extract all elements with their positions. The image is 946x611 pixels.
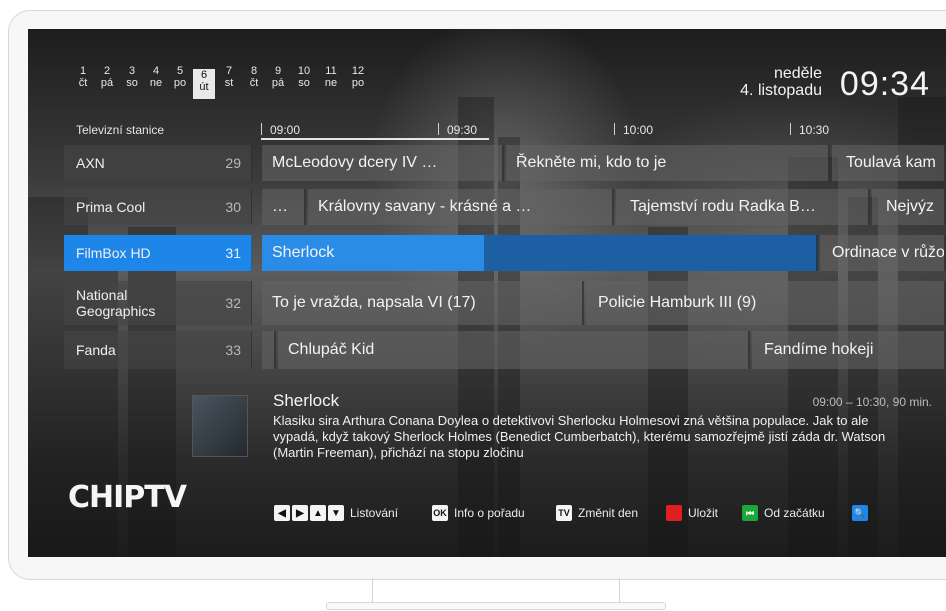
- time-tick: [614, 123, 615, 135]
- program-block[interactable]: Řekněte mi, kdo to je: [506, 145, 830, 181]
- channel-row[interactable]: Prima Cool 30 … Královny savany - krásné…: [64, 189, 946, 225]
- day-item[interactable]: 10 so: [293, 65, 315, 89]
- current-weekday: neděle: [773, 65, 822, 82]
- green-key-icon: ⏮: [742, 505, 758, 521]
- channel-cell[interactable]: FilmBox HD 31: [64, 235, 252, 271]
- channel-row[interactable]: National Geographics 32 To je vražda, na…: [64, 281, 946, 325]
- program-block[interactable]: Chlupáč Kid: [278, 331, 750, 369]
- current-time-bar: [261, 138, 489, 140]
- time-tick: [790, 123, 791, 135]
- day-item[interactable]: 1 čt: [72, 65, 94, 89]
- time-label: 09:00: [270, 123, 301, 137]
- arrow-keys-icon: ◀ ▶ ▲ ▼: [274, 505, 344, 521]
- legend-info: OK Info o pořadu: [432, 505, 525, 521]
- day-item[interactable]: 2 pá: [96, 65, 118, 89]
- program-progress-remaining: [484, 235, 818, 271]
- channel-name: Prima Cool: [76, 199, 146, 215]
- program-block[interactable]: Tajemství rodu Radka B…: [616, 189, 870, 225]
- day-item-selected[interactable]: 6 út: [193, 69, 215, 99]
- program-block-selected[interactable]: Sherlock: [262, 235, 484, 271]
- program-title: Sherlock: [273, 391, 340, 410]
- program-block[interactable]: Policie Hamburk III (9): [586, 281, 946, 325]
- epg-screen: 1 čt 2 pá 3 so 4 ne 5 po 6 út 7st 8 čt 9 pá 10 so…: [28, 29, 946, 557]
- search-icon: 🔍: [852, 505, 868, 521]
- legend-browse: ◀ ▶ ▲ ▼ Listování: [274, 505, 398, 521]
- day-item[interactable]: 12 po: [347, 65, 369, 89]
- time-tick: [261, 123, 262, 135]
- day-item[interactable]: 8 čt: [243, 65, 265, 89]
- current-date: neděle 4. listopadu: [740, 65, 822, 99]
- tv-stand: [326, 578, 666, 610]
- channel-cell[interactable]: Prima Cool 30: [64, 189, 252, 225]
- legend-label: Od začátku: [764, 506, 825, 520]
- time-tick: [438, 123, 439, 135]
- program-thumbnail: [192, 395, 248, 457]
- channel-number: 33: [225, 342, 241, 358]
- ok-key-icon: OK: [432, 505, 448, 521]
- channel-row[interactable]: AXN 29 McLeodovy dcery IV … Řekněte mi, …: [64, 145, 946, 181]
- legend-label: Info o pořadu: [454, 506, 525, 520]
- channel-number: 30: [225, 199, 241, 215]
- channel-cell[interactable]: AXN 29: [64, 145, 252, 181]
- tv-key-icon: TV: [556, 505, 572, 521]
- arrow-down-icon: ▼: [328, 505, 344, 521]
- arrow-right-icon: ▶: [292, 505, 308, 521]
- day-item[interactable]: 5 po: [169, 65, 191, 89]
- time-label: 10:30: [799, 123, 830, 137]
- legend-from-start: ⏮ Od začátku: [742, 505, 825, 521]
- current-time: 09:34: [839, 65, 930, 103]
- day-item[interactable]: 3 so: [121, 65, 143, 89]
- channel-number: 29: [225, 155, 241, 171]
- tv-stand-neck: [372, 578, 620, 602]
- program-block[interactable]: Fandíme hokeji: [752, 331, 946, 369]
- arrow-up-icon: ▲: [310, 505, 326, 521]
- channel-number: 31: [225, 245, 241, 261]
- program-time: 09:00 – 10:30, 90 min.: [812, 395, 932, 409]
- program-block[interactable]: To je vražda, napsala VI (17): [262, 281, 584, 325]
- program-block[interactable]: Královny savany - krásné a …: [308, 189, 614, 225]
- tv-stand-base: [326, 602, 666, 610]
- program-description: Klasiku sira Arthura Conana Doylea o det…: [273, 413, 886, 460]
- day-item[interactable]: 4 ne: [145, 65, 167, 89]
- channel-name: FilmBox HD: [76, 245, 151, 261]
- channel-row[interactable]: Fanda 33 Chlupáč Kid Fandíme hokeji: [64, 331, 946, 369]
- day-item[interactable]: 11 ne: [320, 65, 342, 89]
- channel-cell[interactable]: Fanda 33: [64, 331, 252, 369]
- program-block[interactable]: [262, 331, 276, 369]
- legend-label: Změnit den: [578, 506, 639, 520]
- channel-name: Fanda: [76, 342, 116, 358]
- legend-label: Uložit: [688, 506, 719, 520]
- program-block[interactable]: Toulavá kam: [832, 145, 946, 181]
- program-block[interactable]: Nejvýz: [872, 189, 946, 225]
- channel-row-selected[interactable]: FilmBox HD 31 Sherlock Ordinace v růžov: [64, 235, 946, 271]
- legend-change-day: TV Změnit den: [556, 505, 638, 521]
- legend-label: Listování: [350, 506, 399, 520]
- program-block[interactable]: Ordinace v růžov: [820, 235, 946, 271]
- arrow-left-icon: ◀: [274, 505, 290, 521]
- logo-text: CHIPTV: [68, 480, 187, 515]
- time-label: 10:00: [623, 123, 654, 137]
- chiptv-logo: CHIPTV: [68, 480, 187, 515]
- channel-cell[interactable]: National Geographics 32: [64, 281, 252, 325]
- current-day-month: 4. listopadu: [740, 82, 822, 99]
- channel-name: National Geographics: [76, 287, 156, 319]
- red-key-icon: [666, 505, 682, 521]
- channel-name: AXN: [76, 155, 105, 171]
- program-block[interactable]: …: [262, 189, 306, 225]
- day-item[interactable]: 7st: [218, 65, 240, 89]
- day-item[interactable]: 9 pá: [267, 65, 289, 89]
- legend-save: Uložit: [666, 505, 718, 521]
- channel-number: 32: [225, 295, 241, 311]
- stations-header: Televizní stanice: [76, 123, 165, 137]
- program-block[interactable]: McLeodovy dcery IV …: [262, 145, 504, 181]
- legend-search: 🔍: [852, 505, 874, 521]
- time-label: 09:30: [447, 123, 478, 137]
